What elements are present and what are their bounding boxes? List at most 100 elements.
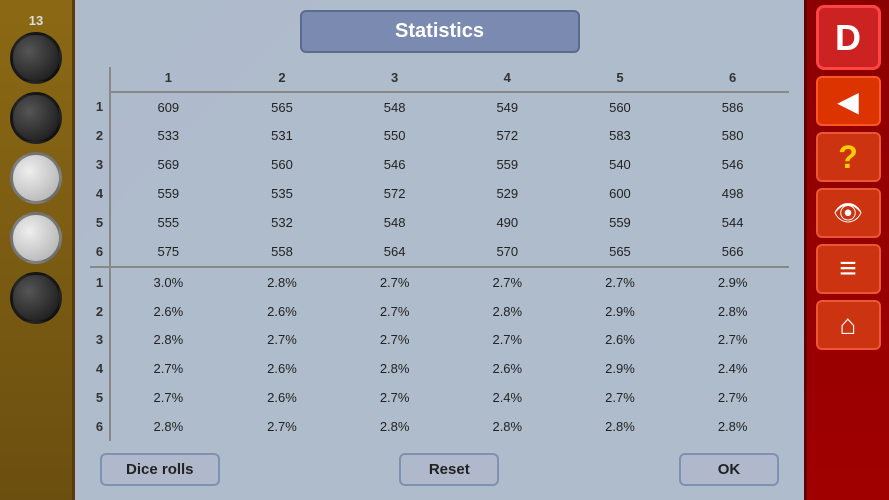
row-header: 6 bbox=[90, 237, 110, 267]
corner-cell bbox=[90, 67, 110, 92]
table-cell: 2.7% bbox=[676, 383, 789, 412]
table-cell: 2.6% bbox=[110, 297, 226, 326]
table-row: 2533531550572583580 bbox=[90, 122, 789, 151]
reset-button[interactable]: Reset bbox=[399, 453, 499, 486]
table-cell: 565 bbox=[226, 92, 339, 122]
percentages-section: 13.0%2.8%2.7%2.7%2.7%2.9%22.6%2.6%2.7%2.… bbox=[90, 267, 789, 441]
table-cell: 540 bbox=[564, 151, 677, 180]
score-display: 13 bbox=[29, 13, 43, 28]
table-row: 42.7%2.6%2.8%2.6%2.9%2.4% bbox=[90, 355, 789, 384]
table-cell: 533 bbox=[110, 122, 226, 151]
table-cell: 2.9% bbox=[564, 355, 677, 384]
table-row: 3569560546559540546 bbox=[90, 151, 789, 180]
table-cell: 564 bbox=[338, 237, 451, 267]
eye-button[interactable]: 👁 bbox=[816, 188, 881, 238]
table-row: 13.0%2.8%2.7%2.7%2.7%2.9% bbox=[90, 267, 789, 297]
table-cell: 566 bbox=[676, 237, 789, 267]
col-header-5: 5 bbox=[564, 67, 677, 92]
table-cell: 580 bbox=[676, 122, 789, 151]
table-cell: 2.7% bbox=[338, 326, 451, 355]
table-cell: 2.7% bbox=[676, 326, 789, 355]
table-cell: 2.6% bbox=[226, 383, 339, 412]
table-cell: 2.6% bbox=[226, 355, 339, 384]
counts-section: 1609565548549560586253353155057258358035… bbox=[90, 92, 789, 267]
dice-rolls-button[interactable]: Dice rolls bbox=[100, 453, 220, 486]
table-cell: 2.7% bbox=[564, 267, 677, 297]
table-cell: 2.7% bbox=[226, 412, 339, 441]
row-header: 5 bbox=[90, 383, 110, 412]
table-cell: 2.4% bbox=[451, 383, 564, 412]
table-cell: 2.8% bbox=[338, 355, 451, 384]
table-cell: 2.7% bbox=[110, 355, 226, 384]
col-header-2: 2 bbox=[226, 67, 339, 92]
table-cell: 2.6% bbox=[564, 326, 677, 355]
table-cell: 548 bbox=[338, 208, 451, 237]
modal-title: Statistics bbox=[395, 20, 484, 42]
table-cell: 583 bbox=[564, 122, 677, 151]
bottom-buttons: Dice rolls Reset OK bbox=[90, 445, 789, 490]
row-header: 6 bbox=[90, 412, 110, 441]
table-cell: 529 bbox=[451, 180, 564, 209]
table-cell: 490 bbox=[451, 208, 564, 237]
table-cell: 2.8% bbox=[110, 326, 226, 355]
back-button[interactable]: ◀ bbox=[816, 76, 881, 126]
table-cell: 2.8% bbox=[226, 267, 339, 297]
table-cell: 2.6% bbox=[226, 297, 339, 326]
table-cell: 531 bbox=[226, 122, 339, 151]
modal-title-bar: Statistics bbox=[300, 10, 580, 53]
ok-button[interactable]: OK bbox=[679, 453, 779, 486]
checker-piece bbox=[10, 212, 62, 264]
dice-display: D bbox=[816, 5, 881, 70]
table-cell: 532 bbox=[226, 208, 339, 237]
row-header: 1 bbox=[90, 92, 110, 122]
table-cell: 2.7% bbox=[226, 326, 339, 355]
table-cell: 498 bbox=[676, 180, 789, 209]
table-cell: 555 bbox=[110, 208, 226, 237]
row-header: 4 bbox=[90, 355, 110, 384]
table-cell: 600 bbox=[564, 180, 677, 209]
table-cell: 609 bbox=[110, 92, 226, 122]
table-cell: 2.4% bbox=[676, 355, 789, 384]
right-sidebar: D ◀ ? 👁 ≡ ⌂ bbox=[804, 0, 889, 500]
table-cell: 2.7% bbox=[451, 326, 564, 355]
col-header-1: 1 bbox=[110, 67, 226, 92]
table-row: 5555532548490559544 bbox=[90, 208, 789, 237]
table-cell: 572 bbox=[338, 180, 451, 209]
table-cell: 559 bbox=[564, 208, 677, 237]
row-header: 5 bbox=[90, 208, 110, 237]
table-cell: 544 bbox=[676, 208, 789, 237]
table-cell: 569 bbox=[110, 151, 226, 180]
table-cell: 548 bbox=[338, 92, 451, 122]
table-cell: 2.9% bbox=[676, 267, 789, 297]
table-row: 4559535572529600498 bbox=[90, 180, 789, 209]
table-cell: 2.6% bbox=[451, 355, 564, 384]
row-header: 3 bbox=[90, 151, 110, 180]
checker-piece bbox=[10, 152, 62, 204]
table-cell: 550 bbox=[338, 122, 451, 151]
table-cell: 565 bbox=[564, 237, 677, 267]
table-cell: 558 bbox=[226, 237, 339, 267]
table-cell: 535 bbox=[226, 180, 339, 209]
table-cell: 2.8% bbox=[451, 412, 564, 441]
home-button[interactable]: ⌂ bbox=[816, 300, 881, 350]
left-sidebar: 13 bbox=[0, 0, 75, 500]
table-cell: 2.7% bbox=[338, 297, 451, 326]
table-row: 32.8%2.7%2.7%2.7%2.6%2.7% bbox=[90, 326, 789, 355]
col-header-6: 6 bbox=[676, 67, 789, 92]
help-button[interactable]: ? bbox=[816, 132, 881, 182]
checker-piece bbox=[10, 92, 62, 144]
table-cell: 3.0% bbox=[110, 267, 226, 297]
table-cell: 2.7% bbox=[338, 267, 451, 297]
table-cell: 559 bbox=[451, 151, 564, 180]
checker-piece bbox=[10, 32, 62, 84]
table-row: 6575558564570565566 bbox=[90, 237, 789, 267]
table-row: 52.7%2.6%2.7%2.4%2.7%2.7% bbox=[90, 383, 789, 412]
table-cell: 560 bbox=[226, 151, 339, 180]
table-cell: 549 bbox=[451, 92, 564, 122]
table-cell: 2.8% bbox=[676, 297, 789, 326]
list-button[interactable]: ≡ bbox=[816, 244, 881, 294]
column-header-row: 1 2 3 4 5 6 bbox=[90, 67, 789, 92]
table-row: 22.6%2.6%2.7%2.8%2.9%2.8% bbox=[90, 297, 789, 326]
table-cell: 2.8% bbox=[110, 412, 226, 441]
table-cell: 546 bbox=[676, 151, 789, 180]
